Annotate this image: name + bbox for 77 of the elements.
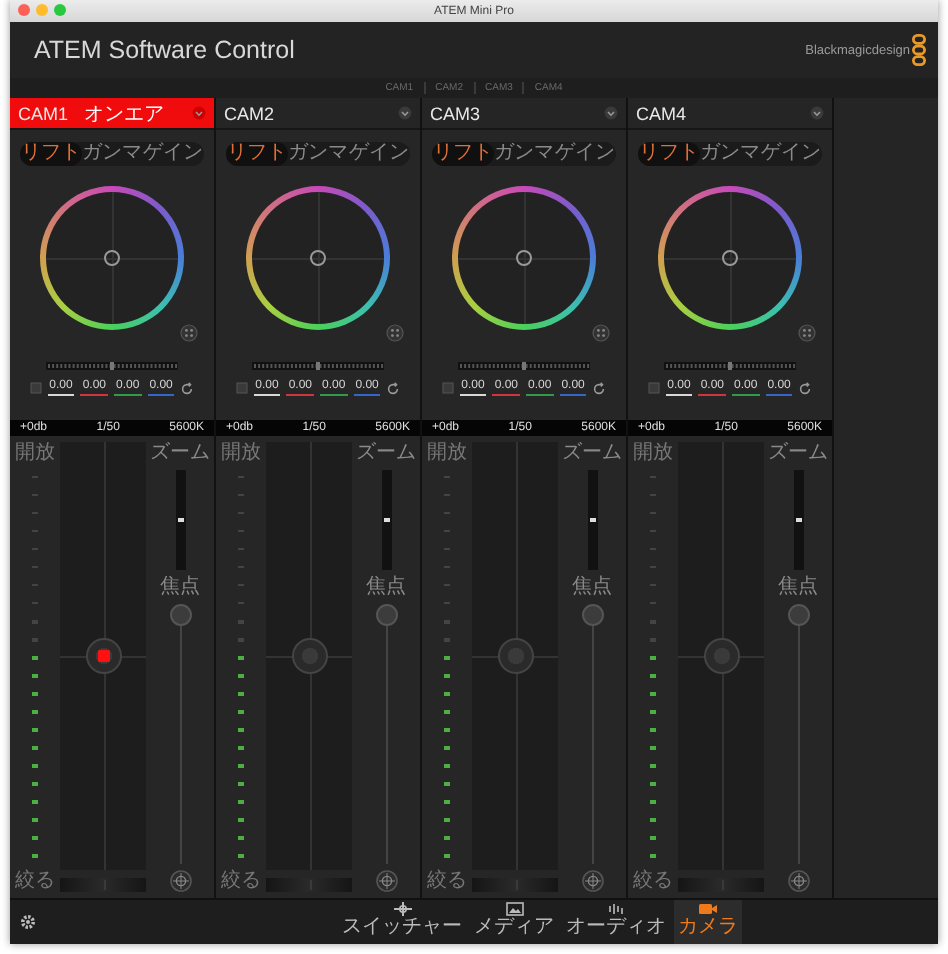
reset-icon[interactable] (798, 381, 813, 395)
focus-slider[interactable] (169, 604, 191, 864)
image-icon (505, 902, 523, 916)
pedestal-slider[interactable] (472, 878, 558, 892)
luminance-slider[interactable] (46, 362, 178, 370)
focus-slider[interactable] (581, 604, 603, 864)
focus-label: 焦点 (366, 576, 406, 598)
dropdown-icon[interactable] (604, 106, 618, 120)
color-tab[interactable]: リフト (432, 142, 494, 166)
luminance-slider[interactable] (664, 362, 796, 370)
reset-icon[interactable] (180, 324, 198, 342)
zoom-slider[interactable] (175, 470, 185, 570)
color-tab[interactable]: ゲイン (142, 142, 205, 166)
close-label: 絞る (427, 870, 467, 892)
reset-icon[interactable] (592, 324, 610, 342)
color-tab[interactable]: ガンマ (81, 142, 143, 166)
on-air-label: オンエア (84, 101, 165, 127)
nav-tab[interactable]: カメラ (674, 900, 742, 944)
nav-tab[interactable]: メディア (470, 900, 558, 944)
luminance-slider[interactable] (252, 362, 384, 370)
audio-icon (607, 902, 625, 916)
color-tab[interactable]: ガンマ (493, 142, 555, 166)
zoom-label: ズーム (150, 442, 210, 464)
close-button[interactable] (18, 4, 30, 16)
camera-icon (698, 902, 718, 916)
settings-icon[interactable] (20, 914, 36, 930)
camera-name: CAM4 (636, 103, 687, 123)
camera-name: CAM2 (224, 103, 275, 123)
auto-focus-button[interactable] (169, 870, 191, 892)
open-label: 開放 (15, 442, 55, 464)
zoom-slider[interactable] (587, 470, 597, 570)
open-label: 開放 (633, 442, 673, 464)
crosshair-icon (393, 902, 411, 916)
app-title: ATEM Software Control (34, 36, 295, 64)
zoom-label: ズーム (562, 442, 622, 464)
color-tab[interactable]: リフト (226, 142, 288, 166)
reset-icon[interactable] (386, 324, 404, 342)
auto-focus-button[interactable] (787, 870, 809, 892)
focus-label: 焦点 (778, 576, 818, 598)
auto-focus-button[interactable] (581, 870, 603, 892)
reset-icon[interactable] (180, 381, 195, 395)
nav-tab[interactable]: オーディオ (562, 900, 670, 944)
color-tab[interactable]: リフト (20, 142, 82, 166)
color-tab[interactable]: ゲイン (348, 142, 411, 166)
pedestal-slider[interactable] (60, 878, 146, 892)
dropdown-icon[interactable] (398, 106, 412, 120)
close-label: 絞る (221, 870, 261, 892)
open-label: 開放 (427, 442, 467, 464)
camera-name: CAM3 (430, 103, 481, 123)
auto-focus-button[interactable] (375, 870, 397, 892)
pedestal-slider[interactable] (678, 878, 764, 892)
dropdown-icon[interactable] (810, 106, 824, 120)
color-tab[interactable]: ガンマ (699, 142, 761, 166)
color-tab[interactable]: ゲイン (554, 142, 617, 166)
reset-icon[interactable] (386, 381, 401, 395)
nav-tab[interactable]: スイッチャー (338, 900, 466, 944)
color-tab[interactable]: リフト (638, 142, 700, 166)
reset-icon[interactable] (592, 381, 607, 395)
close-label: 絞る (633, 870, 673, 892)
zoom-slider[interactable] (381, 470, 391, 570)
logo-icon (912, 34, 926, 66)
focus-label: 焦点 (160, 576, 200, 598)
focus-slider[interactable] (375, 604, 397, 864)
camera-name: CAM1 (18, 103, 69, 123)
focus-label: 焦点 (572, 576, 612, 598)
color-tab[interactable]: ガンマ (287, 142, 349, 166)
focus-slider[interactable] (787, 604, 809, 864)
open-label: 開放 (221, 442, 261, 464)
close-label: 絞る (15, 870, 55, 892)
luminance-slider[interactable] (458, 362, 590, 370)
color-tab[interactable]: ゲイン (760, 142, 823, 166)
joystick-knob[interactable] (85, 638, 121, 674)
zoom-label: ズーム (356, 442, 416, 464)
zoom-label: ズーム (768, 442, 828, 464)
pedestal-slider[interactable] (266, 878, 352, 892)
zoom-slider[interactable] (793, 470, 803, 570)
reset-icon[interactable] (798, 324, 816, 342)
